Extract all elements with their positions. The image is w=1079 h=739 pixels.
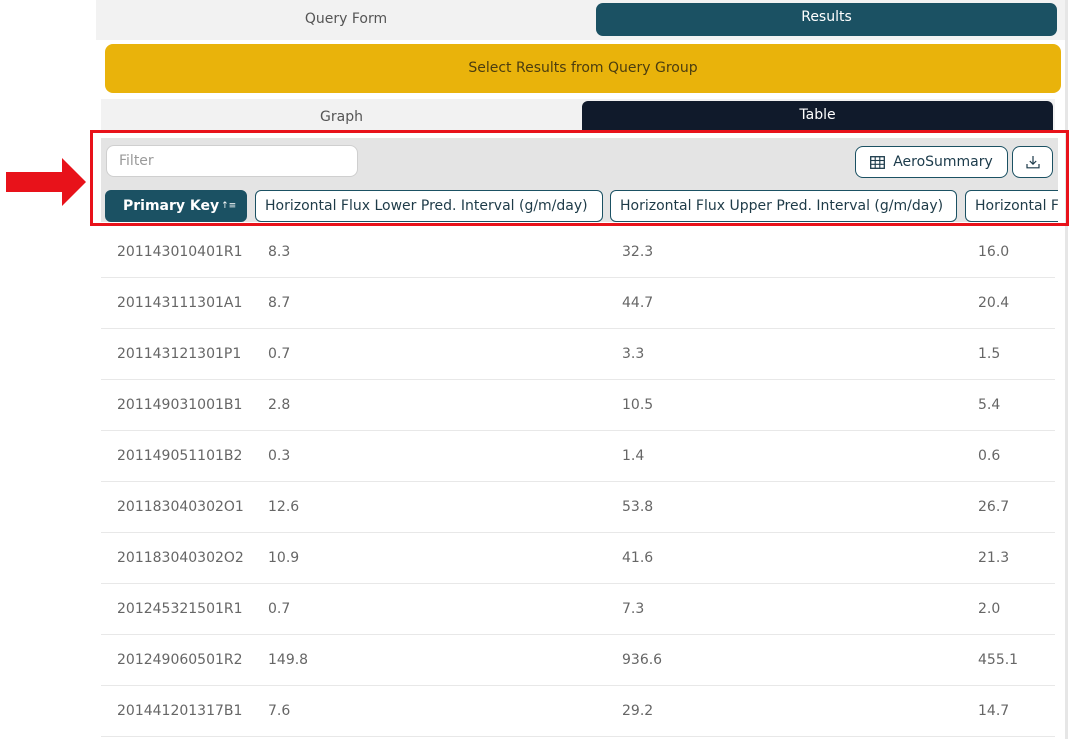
table-cell: 3.3 — [622, 346, 645, 362]
table-cell: 8.7 — [268, 295, 291, 311]
table-cell: 201149031001B1 — [117, 397, 243, 413]
page-scrollbar[interactable] — [1065, 0, 1068, 739]
table-cell: 32.3 — [622, 244, 654, 260]
table-cell: 1.4 — [622, 448, 645, 464]
table-cell: 201441201317B1 — [117, 703, 243, 719]
table-cell: 149.8 — [268, 652, 309, 668]
table-cell: 7.3 — [622, 601, 645, 617]
highlight-box — [90, 130, 1069, 226]
table-cell: 201143111301A1 — [117, 295, 243, 311]
table-cell: 26.7 — [978, 499, 1010, 515]
table-cell: 0.6 — [978, 448, 1001, 464]
table-cell: 44.7 — [622, 295, 654, 311]
table-cell: 8.3 — [268, 244, 291, 260]
table-cell: 0.3 — [268, 448, 291, 464]
tab-table[interactable]: Table — [582, 101, 1053, 131]
table-cell: 201183040302O2 — [117, 550, 244, 566]
table-row[interactable]: 201143121301P1 0.7 3.3 1.5 — [101, 329, 1055, 380]
table-row[interactable]: 201183040302O2 10.9 41.6 21.3 — [101, 533, 1055, 584]
top-tab-bar: Query Form Results — [96, 0, 1065, 40]
table-cell: 0.7 — [268, 346, 291, 362]
table-cell: 201245321501R1 — [117, 601, 243, 617]
table-cell: 53.8 — [622, 499, 654, 515]
red-arrow-right-icon — [6, 158, 86, 206]
table-cell: 1.5 — [978, 346, 1001, 362]
table-row[interactable]: 201143010401R1 8.3 32.3 16.0 — [101, 227, 1055, 278]
table-cell: 10.9 — [268, 550, 300, 566]
tab-results[interactable]: Results — [596, 3, 1057, 36]
table-cell: 5.4 — [978, 397, 1001, 413]
results-table-body: 201143010401R1 8.3 32.3 16.0 201143111301A1 8… — [101, 227, 1055, 737]
tab-graph[interactable]: Graph — [101, 99, 582, 131]
table-cell: 936.6 — [622, 652, 663, 668]
table-cell: 455.1 — [978, 652, 1019, 668]
view-tab-bar: Graph Table — [101, 99, 1055, 131]
table-cell: 201149051101B2 — [117, 448, 243, 464]
table-cell: 20.4 — [978, 295, 1010, 311]
tab-query-form[interactable]: Query Form — [96, 3, 596, 36]
table-cell: 7.6 — [268, 703, 291, 719]
table-row[interactable]: 201245321501R1 0.7 7.3 2.0 — [101, 584, 1055, 635]
table-cell: 21.3 — [978, 550, 1010, 566]
table-row[interactable]: 201149051101B2 0.3 1.4 0.6 — [101, 431, 1055, 482]
table-cell: 41.6 — [622, 550, 654, 566]
table-cell: 2.0 — [978, 601, 1001, 617]
select-results-button[interactable]: Select Results from Query Group — [105, 44, 1061, 93]
table-cell: 12.6 — [268, 499, 300, 515]
table-cell: 14.7 — [978, 703, 1010, 719]
table-cell: 201143121301P1 — [117, 346, 242, 362]
table-cell: 2.8 — [268, 397, 291, 413]
table-row[interactable]: 201183040302O1 12.6 53.8 26.7 — [101, 482, 1055, 533]
table-cell: 201249060501R2 — [117, 652, 243, 668]
table-row[interactable]: 201441201317B1 7.6 29.2 14.7 — [101, 686, 1055, 737]
table-row[interactable]: 201149031001B1 2.8 10.5 5.4 — [101, 380, 1055, 431]
table-cell: 10.5 — [622, 397, 654, 413]
table-row[interactable]: 201143111301A1 8.7 44.7 20.4 — [101, 278, 1055, 329]
table-row[interactable]: 201249060501R2 149.8 936.6 455.1 — [101, 635, 1055, 686]
table-cell: 201183040302O1 — [117, 499, 244, 515]
table-cell: 201143010401R1 — [117, 244, 243, 260]
table-cell: 29.2 — [622, 703, 654, 719]
table-cell: 16.0 — [978, 244, 1010, 260]
table-cell: 0.7 — [268, 601, 291, 617]
